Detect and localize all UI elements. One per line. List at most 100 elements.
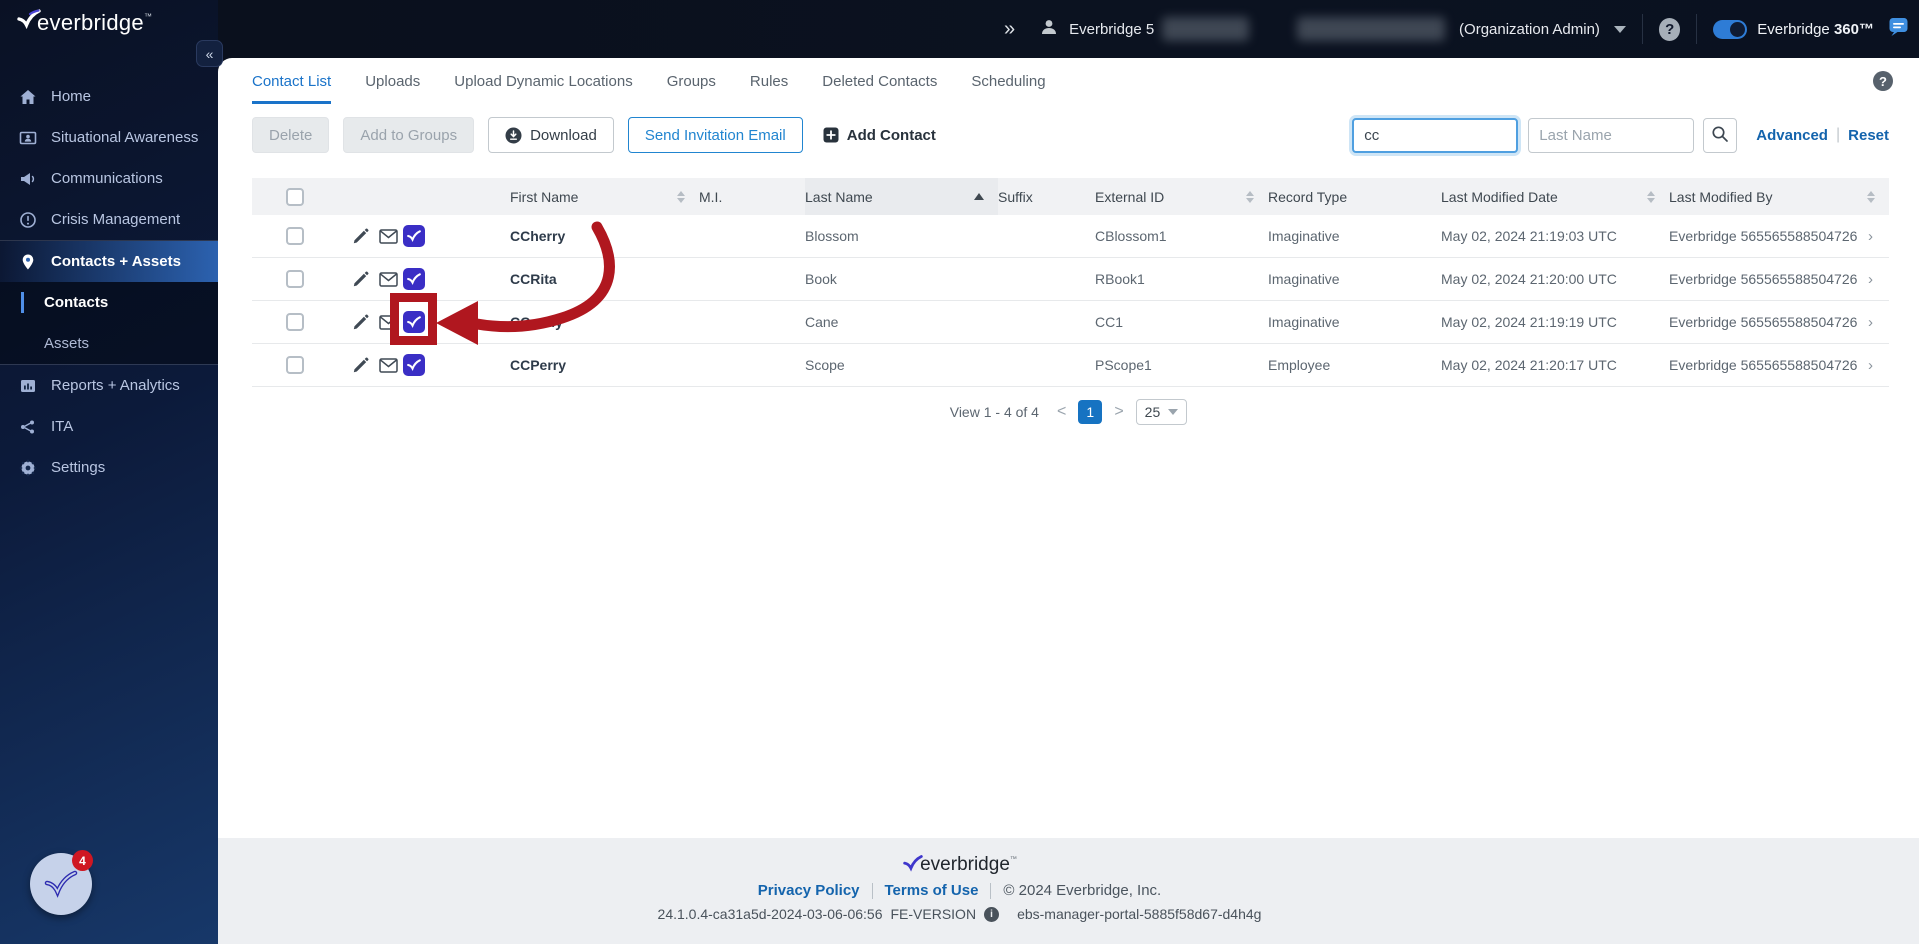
sidebar-item-ita[interactable]: ITA xyxy=(0,406,218,447)
edit-pencil-icon[interactable] xyxy=(352,313,370,331)
divider: | xyxy=(1835,126,1841,143)
sidebar-submenu: Contacts Assets xyxy=(0,282,218,364)
row-expand-chevron-icon[interactable]: › xyxy=(1868,271,1873,288)
sort-icon[interactable] xyxy=(1647,190,1655,203)
info-icon[interactable]: i xyxy=(984,906,1000,922)
cell-record-type: Imaginative xyxy=(1268,314,1340,330)
column-header-first-name[interactable]: First Name xyxy=(510,178,699,215)
footer-logo-wordmark: everbridge xyxy=(920,854,1010,875)
terms-of-use-link[interactable]: Terms of Use xyxy=(885,882,979,899)
row-expand-chevron-icon[interactable]: › xyxy=(1868,228,1873,245)
tab-contact-list[interactable]: Contact List xyxy=(252,58,332,104)
tab-rules[interactable]: Rules xyxy=(750,58,788,104)
cell-last-modified-date: May 02, 2024 21:19:19 UTC xyxy=(1441,314,1617,330)
privacy-policy-link[interactable]: Privacy Policy xyxy=(758,882,860,899)
edit-pencil-icon[interactable] xyxy=(352,356,370,374)
row-select-cell xyxy=(252,356,348,374)
page-help-icon[interactable]: ? xyxy=(1873,71,1893,91)
page-size-select[interactable]: 25 xyxy=(1135,399,1188,425)
sort-icon[interactable] xyxy=(677,190,685,203)
column-header-last-name[interactable]: Last Name xyxy=(805,178,998,215)
logo-wordmark: everbridge xyxy=(37,10,144,35)
tab-scheduling[interactable]: Scheduling xyxy=(971,58,1045,104)
column-header-mi[interactable]: M.I. xyxy=(699,178,805,215)
sidebar-item-assets[interactable]: Assets xyxy=(0,323,218,364)
everbridge-suite-icon[interactable] xyxy=(403,311,425,333)
sidebar-collapse-button[interactable]: « xyxy=(196,40,223,67)
sidebar-item-situational-awareness[interactable]: Situational Awareness xyxy=(0,117,218,158)
cell-first-name[interactable]: CCPerry xyxy=(510,357,699,373)
row-expand-chevron-icon[interactable]: › xyxy=(1868,314,1873,331)
sort-icon[interactable] xyxy=(1867,190,1875,203)
toolbar: Delete Add to Groups Download Send Invit… xyxy=(252,117,1889,153)
search-button[interactable] xyxy=(1703,117,1738,153)
sort-icon[interactable] xyxy=(1246,190,1254,203)
chevron-down-icon xyxy=(1168,409,1179,415)
divider xyxy=(871,882,873,899)
actions-header-cell xyxy=(348,178,510,215)
cell-last-name: Book xyxy=(805,271,837,287)
account-menu-caret-icon[interactable] xyxy=(1613,25,1626,33)
cell-first-name[interactable]: CCRita xyxy=(510,271,699,287)
gear-icon xyxy=(17,459,38,477)
send-email-icon[interactable] xyxy=(379,271,398,287)
row-checkbox[interactable] xyxy=(286,227,304,245)
advanced-search-link[interactable]: Advanced xyxy=(1756,127,1828,144)
chat-icon[interactable] xyxy=(1888,16,1909,42)
add-contact-button[interactable]: Add Contact xyxy=(816,117,952,153)
everbridge-logo[interactable]: everbridge ™ xyxy=(16,9,152,36)
row-checkbox[interactable] xyxy=(286,313,304,331)
column-header-suffix[interactable]: Suffix xyxy=(998,178,1095,215)
select-all-checkbox[interactable] xyxy=(286,187,304,206)
column-header-last-modified-date[interactable]: Last Modified Date xyxy=(1441,178,1669,215)
send-email-icon[interactable] xyxy=(379,228,398,244)
row-expand-chevron-icon[interactable]: › xyxy=(1868,357,1873,374)
table-row: CCRita Book RBook1 Imaginative May 02, 2… xyxy=(252,258,1889,301)
everbridge-suite-icon[interactable] xyxy=(403,225,425,247)
row-checkbox[interactable] xyxy=(286,270,304,288)
last-name-search-input[interactable] xyxy=(1528,117,1695,153)
search-zone: Advanced | Reset xyxy=(1352,117,1889,153)
sidebar-item-settings[interactable]: Settings xyxy=(0,447,218,488)
sidebar-item-home[interactable]: Home xyxy=(0,76,218,117)
delete-button[interactable]: Delete xyxy=(252,117,330,153)
tab-deleted-contacts[interactable]: Deleted Contacts xyxy=(822,58,937,104)
sidebar-item-contacts-assets[interactable]: Contacts + Assets xyxy=(0,241,218,282)
current-page-button[interactable]: 1 xyxy=(1078,400,1103,424)
home-icon xyxy=(17,88,38,106)
sidebar-item-communications[interactable]: Communications xyxy=(0,158,218,199)
column-header-external-id[interactable]: External ID xyxy=(1095,178,1268,215)
everbridge-suite-icon[interactable] xyxy=(403,354,425,376)
download-button[interactable]: Download xyxy=(488,117,614,153)
sidebar-item-label: Home xyxy=(51,88,92,105)
tab-groups[interactable]: Groups xyxy=(667,58,716,104)
previous-page-button[interactable]: < xyxy=(1054,403,1069,421)
sidebar-item-contacts[interactable]: Contacts xyxy=(0,282,218,323)
tab-upload-dynamic-locations[interactable]: Upload Dynamic Locations xyxy=(454,58,632,104)
sidebar-item-reports-analytics[interactable]: Reports + Analytics xyxy=(0,365,218,406)
cell-first-name[interactable]: CCherry xyxy=(510,228,699,244)
row-select-cell xyxy=(252,313,348,331)
row-checkbox[interactable] xyxy=(286,356,304,374)
edit-pencil-icon[interactable] xyxy=(352,227,370,245)
cell-last-modified-date: May 02, 2024 21:20:17 UTC xyxy=(1441,357,1617,373)
help-icon[interactable]: ? xyxy=(1658,17,1681,41)
column-header-record-type[interactable]: Record Type xyxy=(1268,178,1441,215)
send-email-icon[interactable] xyxy=(379,357,398,373)
expand-icon[interactable]: » xyxy=(1004,18,1015,41)
tab-uploads[interactable]: Uploads xyxy=(365,58,420,104)
send-invitation-email-button[interactable]: Send Invitation Email xyxy=(627,117,803,153)
first-name-search-input[interactable] xyxy=(1352,117,1519,153)
send-email-icon[interactable] xyxy=(379,314,398,330)
add-to-groups-button[interactable]: Add to Groups xyxy=(343,117,475,153)
sort-ascending-icon[interactable] xyxy=(974,193,984,200)
everbridge-360-toggle[interactable] xyxy=(1713,19,1748,39)
tab-bar: Contact List Uploads Upload Dynamic Loca… xyxy=(218,58,1919,104)
next-page-button[interactable]: > xyxy=(1111,403,1126,421)
edit-pencil-icon[interactable] xyxy=(352,270,370,288)
everbridge-suite-icon[interactable] xyxy=(403,268,425,290)
cell-first-name[interactable]: CCandy xyxy=(510,314,699,330)
column-header-last-modified-by[interactable]: Last Modified By xyxy=(1669,178,1889,215)
reset-search-link[interactable]: Reset xyxy=(1848,127,1889,144)
sidebar-item-crisis-management[interactable]: Crisis Management xyxy=(0,199,218,240)
